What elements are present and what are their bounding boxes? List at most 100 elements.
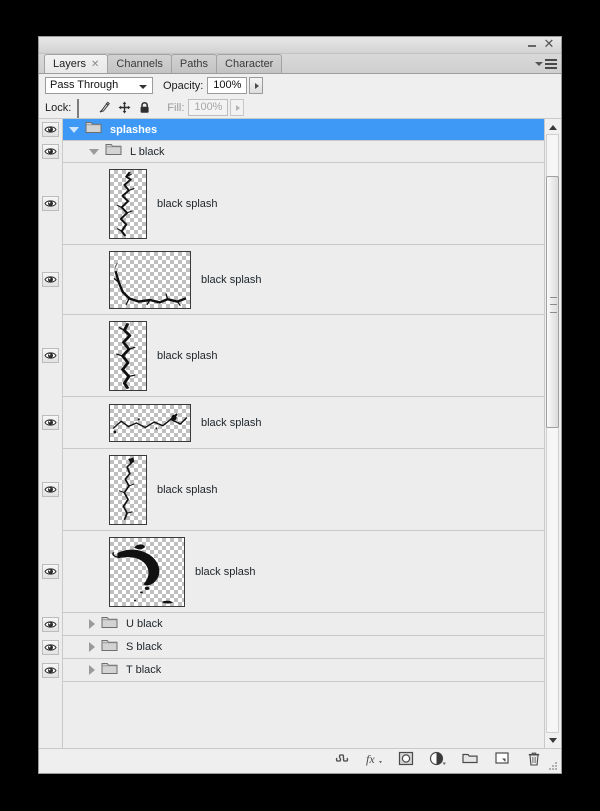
opacity-slider-button[interactable] <box>249 77 264 94</box>
fill-label: Fill: <box>167 101 185 114</box>
transparency-lock-icon[interactable] <box>77 99 92 118</box>
layer-group-row[interactable]: U black <box>63 613 544 636</box>
layer-row[interactable]: black splash <box>63 449 544 531</box>
panel-tab-strip: Layers ✕ Channels Paths Character <box>39 54 561 74</box>
folder-icon <box>101 661 118 680</box>
layer-name: black splash <box>157 483 218 496</box>
chevron-right-icon[interactable] <box>89 619 95 629</box>
visibility-toggle[interactable] <box>42 348 59 363</box>
visibility-toggle[interactable] <box>42 415 59 430</box>
layer-thumbnail[interactable] <box>109 168 147 239</box>
layer-thumbnail[interactable] <box>109 536 185 607</box>
scrollbar-thumb[interactable] <box>546 175 559 428</box>
lock-label: Lock: <box>45 101 72 114</box>
visibility-toggle[interactable] <box>42 196 59 211</box>
layer-rows: splashes L black black splash black splash b… <box>63 119 544 748</box>
layer-group-name: S black <box>126 641 163 653</box>
brush-lock-icon[interactable] <box>97 100 112 115</box>
layer-name: black splash <box>157 349 218 362</box>
chevron-down-icon <box>535 62 543 66</box>
fill-slider-button[interactable] <box>230 99 245 116</box>
layer-style-fx-icon[interactable]: fx <box>365 751 383 769</box>
layer-row[interactable]: black splash <box>63 245 544 315</box>
hamburger-line <box>545 59 557 61</box>
visibility-toggle[interactable] <box>42 564 59 579</box>
visibility-toggle[interactable] <box>42 616 59 632</box>
layer-thumbnail[interactable] <box>109 320 147 391</box>
chevron-down-icon[interactable] <box>69 126 79 133</box>
eye-icon <box>44 568 57 575</box>
eye-icon <box>44 486 57 493</box>
layer-row[interactable]: black splash <box>63 531 544 613</box>
eye-icon <box>44 200 57 207</box>
tab-close-icon[interactable]: ✕ <box>91 59 99 70</box>
close-button[interactable]: ✕ <box>542 38 556 51</box>
visibility-toggle[interactable] <box>42 662 59 678</box>
chevron-right-icon[interactable] <box>89 642 95 652</box>
lock-row: Lock: Fill: 100% <box>39 97 561 119</box>
layer-row[interactable]: black splash <box>63 397 544 449</box>
layer-thumbnail[interactable] <box>109 403 191 442</box>
new-layer-icon[interactable] <box>493 751 511 769</box>
all-lock-icon[interactable] <box>137 100 152 115</box>
hamburger-line <box>545 67 557 69</box>
chevron-down-icon <box>139 85 147 89</box>
opacity-label: Opacity: <box>163 79 204 92</box>
eye-icon <box>44 276 57 283</box>
visibility-toggle[interactable] <box>42 144 59 159</box>
blend-mode-value: Pass Through <box>50 79 119 91</box>
folder-icon <box>105 142 122 161</box>
layer-name: black splash <box>195 565 256 578</box>
visibility-toggle[interactable] <box>42 482 59 497</box>
eye-icon <box>44 419 57 426</box>
move-lock-icon[interactable] <box>117 100 132 115</box>
layer-row[interactable]: black splash <box>63 315 544 397</box>
layer-group-row[interactable]: T black <box>63 659 544 682</box>
adjustment-layer-icon[interactable] <box>429 751 447 769</box>
fill-input[interactable]: 100% <box>188 99 229 116</box>
layer-group-row[interactable]: L black <box>63 141 544 163</box>
layer-thumbnail[interactable] <box>109 454 147 525</box>
visibility-toggle[interactable] <box>42 272 59 287</box>
visibility-toggle[interactable] <box>42 639 59 655</box>
tab-paths-label: Paths <box>179 58 209 70</box>
minimize-button[interactable] <box>525 38 539 51</box>
scroll-down-arrow[interactable] <box>545 733 560 748</box>
svg-text:fx: fx <box>366 752 375 766</box>
tab-character[interactable]: Character <box>216 54 283 73</box>
add-layer-mask-icon[interactable] <box>397 751 415 769</box>
eye-icon <box>44 126 57 133</box>
layer-group-name: L black <box>130 145 165 158</box>
layer-group-name: U black <box>126 618 163 630</box>
layers-bottom-toolbar: fx <box>39 748 561 773</box>
layer-row[interactable]: black splash <box>63 163 544 245</box>
tab-character-label: Character <box>225 58 274 70</box>
visibility-toggle[interactable] <box>42 122 59 137</box>
layer-thumbnail[interactable] <box>109 250 191 309</box>
layer-group-row[interactable]: splashes <box>63 119 544 141</box>
chevron-down-icon[interactable] <box>89 148 99 155</box>
tab-paths[interactable]: Paths <box>170 54 218 73</box>
panel-menu-button[interactable] <box>535 57 557 71</box>
layer-group-name: T black <box>126 664 162 676</box>
folder-icon <box>101 615 118 634</box>
chevron-right-icon[interactable] <box>89 665 95 675</box>
link-layers-icon[interactable] <box>333 751 351 769</box>
delete-layer-icon[interactable] <box>525 751 543 769</box>
blend-mode-select[interactable]: Pass Through <box>45 77 153 94</box>
layer-name: black splash <box>201 273 262 286</box>
tab-layers[interactable]: Layers ✕ <box>44 54 109 73</box>
eye-icon <box>44 620 57 628</box>
layer-group-row[interactable]: S black <box>63 636 544 659</box>
vertical-scrollbar[interactable] <box>544 119 561 748</box>
eye-icon <box>44 148 57 155</box>
tab-channels[interactable]: Channels <box>107 54 172 73</box>
opacity-input[interactable]: 100% <box>207 77 248 94</box>
tab-layers-label: Layers <box>53 58 87 70</box>
resize-grip[interactable] <box>549 762 558 771</box>
folder-icon <box>101 638 118 657</box>
new-group-icon[interactable] <box>461 751 479 769</box>
eye-icon <box>44 643 57 651</box>
layer-list-area: splashes L black black splash black splash b… <box>39 119 561 748</box>
scroll-up-arrow[interactable] <box>545 119 560 134</box>
